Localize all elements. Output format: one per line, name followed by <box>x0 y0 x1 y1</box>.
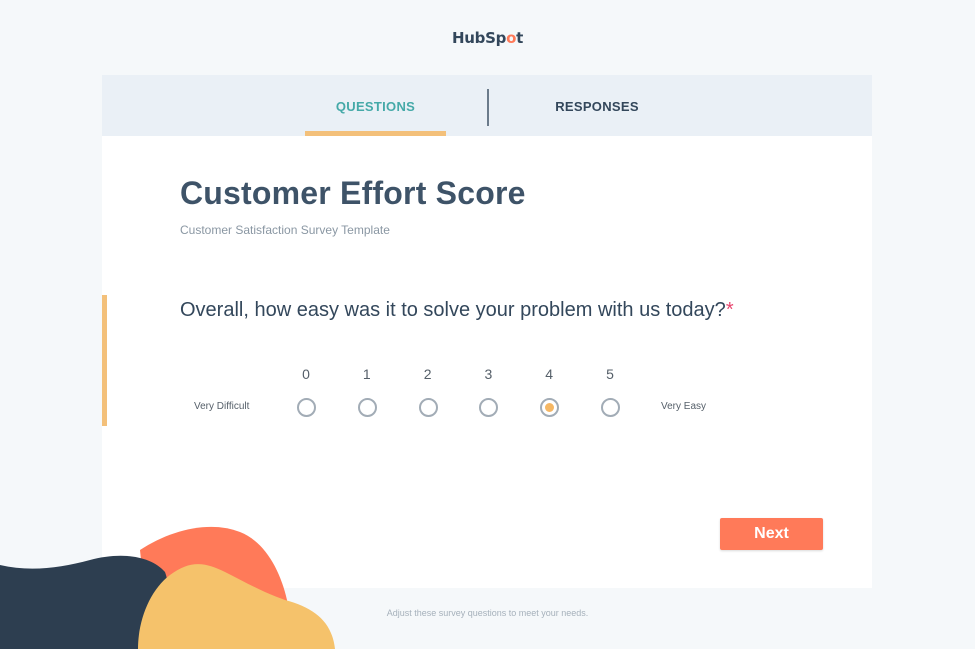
question-text: Overall, how easy was it to solve your p… <box>180 299 734 322</box>
scale-high-label: Very Easy <box>661 401 707 412</box>
decorative-blobs <box>0 526 335 649</box>
logo-text: HubS <box>452 29 496 47</box>
survey-title: Customer Effort Score <box>180 175 526 211</box>
tab-divider <box>487 89 489 126</box>
rating-radio-1[interactable] <box>357 398 377 417</box>
tab-responses[interactable]: RESPONSES <box>522 75 672 136</box>
survey-subtitle: Customer Satisfaction Survey Template <box>180 223 390 237</box>
scale-number-0: 0 <box>302 366 310 382</box>
footer-note: Adjust these survey questions to meet yo… <box>386 608 589 618</box>
rating-radio-3[interactable] <box>479 398 499 417</box>
question-focus-indicator <box>102 295 107 426</box>
rating-radio-2[interactable] <box>418 398 438 417</box>
scale-number-4: 4 <box>545 366 554 382</box>
scale-number-2: 2 <box>423 366 432 382</box>
tab-bar: QUESTIONS RESPONSES <box>102 75 872 136</box>
scale-number-5: 5 <box>606 366 614 382</box>
question-label: Overall, how easy was it to solve your p… <box>180 299 726 321</box>
logo-text: p <box>495 29 507 47</box>
rating-radio-4[interactable] <box>540 398 560 417</box>
tab-questions[interactable]: QUESTIONS <box>305 75 446 136</box>
scale-number-1: 1 <box>362 366 371 382</box>
scale-low-label: Very Difficult <box>194 401 250 412</box>
sprocket-icon: o <box>506 29 517 47</box>
logo-text: t <box>516 29 523 47</box>
scale-number-3: 3 <box>484 366 493 382</box>
hubspot-logo: HubSpot <box>0 29 975 47</box>
rating-radio-5[interactable] <box>601 398 620 417</box>
rating-radio-0[interactable] <box>297 398 316 417</box>
required-marker: * <box>725 299 734 321</box>
next-button[interactable]: Next <box>720 518 823 550</box>
